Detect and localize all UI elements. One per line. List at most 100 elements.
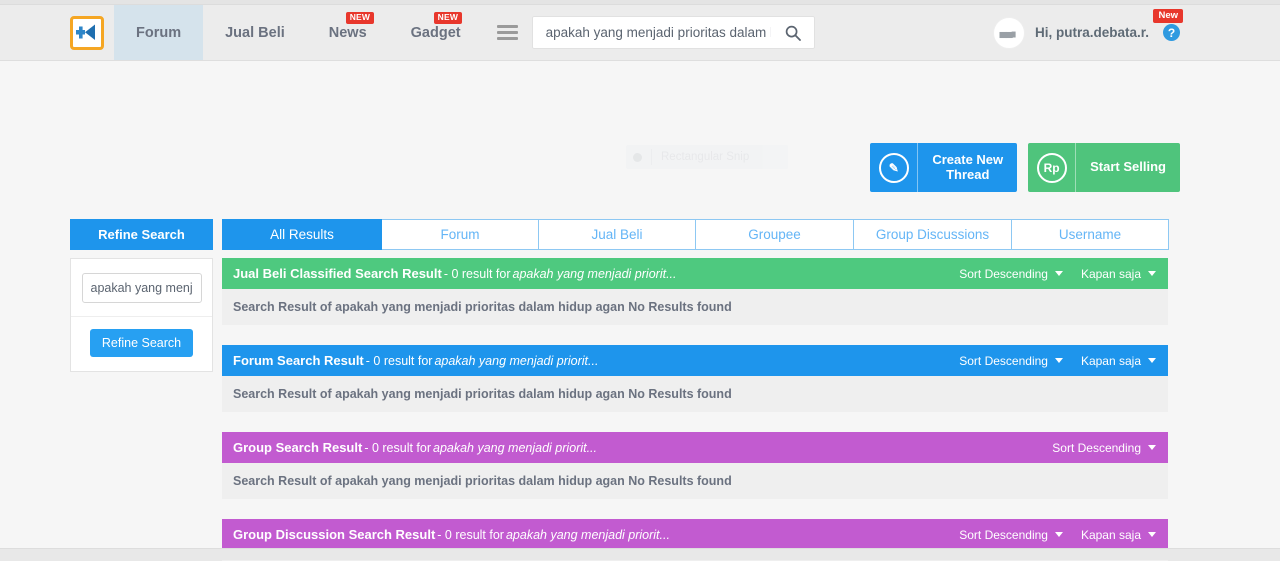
- nav-label: News: [328, 24, 367, 41]
- result-query: apakah yang menjadi priorit...: [433, 440, 597, 455]
- sort-dropdown[interactable]: Sort Descending: [959, 528, 1063, 542]
- nav-label: Gadget: [410, 24, 461, 41]
- result-title: Group Search Result: [233, 440, 363, 455]
- chevron-down-icon: [1148, 445, 1156, 450]
- refine-button-row: Refine Search: [71, 317, 212, 371]
- create-new-thread-button[interactable]: ✎ Create New Thread: [870, 143, 1018, 192]
- result-controls: Sort Descending Kapan saja: [959, 267, 1156, 281]
- refine-search-button[interactable]: Refine Search: [89, 329, 194, 357]
- hamburger-bar: [496, 37, 518, 40]
- footer-area: [0, 549, 1280, 560]
- sort-label: Sort Descending: [959, 353, 1048, 368]
- result-block-jual-beli: Jual Beli Classified Search Result - 0 r…: [222, 258, 1168, 325]
- result-body: Search Result of apakah yang menjadi pri…: [222, 376, 1168, 412]
- refine-input-row: [71, 259, 212, 317]
- tab-label: Forum: [440, 227, 480, 242]
- result-body: Search Result of apakah yang menjadi pri…: [222, 463, 1168, 499]
- page-body: Rectangular Snip ✎ Create New Thread Rp …: [0, 61, 1280, 561]
- result-count: - 0 result for: [437, 527, 504, 542]
- sort-dropdown[interactable]: Sort Descending: [959, 354, 1063, 368]
- kaskus-k-logo-icon[interactable]: [70, 15, 104, 50]
- result-bar: Group Discussion Search Result - 0 resul…: [222, 519, 1168, 550]
- question-mark-help-icon[interactable]: ?: [1163, 24, 1180, 41]
- tab-jual-beli[interactable]: Jual Beli: [539, 219, 696, 250]
- rupiah-icon: Rp: [1028, 143, 1077, 192]
- nav-label: Forum: [136, 24, 182, 41]
- nav-item-forum[interactable]: Forum: [114, 5, 204, 60]
- tab-username[interactable]: Username: [1012, 219, 1169, 250]
- tab-forum[interactable]: Forum: [382, 219, 539, 250]
- time-label: Kapan saja: [1080, 527, 1141, 542]
- result-bar: Group Search Result - 0 result for apaka…: [222, 432, 1168, 463]
- new-badge: NEW: [433, 12, 463, 25]
- pencil-icon: ✎: [870, 143, 919, 192]
- refine-search-input[interactable]: [81, 273, 202, 303]
- header-user-area: ▄▄▖ New Hi, putra.debata.r. ?: [992, 5, 1280, 60]
- search-input[interactable]: [531, 25, 781, 40]
- time-filter-dropdown[interactable]: Kapan saja: [1081, 354, 1156, 368]
- logo-container[interactable]: [70, 5, 104, 60]
- result-count: - 0 result for: [365, 353, 433, 368]
- refine-search-panel: Refine Search: [70, 258, 213, 372]
- nav-item-jual-beli[interactable]: Jual Beli: [203, 5, 307, 60]
- create-new-thread-label: Create New Thread: [932, 151, 1004, 182]
- rectangular-snip-overlay: Rectangular Snip: [626, 145, 788, 169]
- result-controls: Sort Descending Kapan saja: [959, 354, 1156, 368]
- hamburger-bar: [496, 31, 518, 34]
- hamburger-menu-icon[interactable]: [483, 5, 532, 60]
- new-badge: New: [1153, 9, 1183, 23]
- new-badge: NEW: [345, 12, 375, 25]
- result-query: apakah yang menjadi priorit...: [512, 266, 677, 281]
- tab-label: Groupee: [748, 227, 801, 242]
- time-label: Kapan saja: [1080, 266, 1141, 281]
- refine-search-header-label: Refine Search: [98, 227, 185, 242]
- nav-item-news[interactable]: NEW News: [307, 5, 389, 60]
- tab-all-results[interactable]: All Results: [222, 219, 382, 250]
- rupiah-glyph: Rp: [1036, 152, 1067, 183]
- result-query: apakah yang menjadi priorit...: [505, 527, 670, 542]
- record-dot-icon: [633, 152, 642, 162]
- header-left-spacer: [0, 5, 70, 60]
- chevron-down-icon: [1148, 532, 1156, 537]
- chevron-down-icon: [1054, 358, 1063, 363]
- hamburger-bar: [496, 25, 518, 28]
- help-glyph: ?: [1167, 25, 1176, 40]
- tab-label: Group Discussions: [875, 227, 990, 242]
- action-buttons: ✎ Create New Thread Rp Start Selling: [870, 143, 1180, 192]
- site-header: Forum Jual Beli NEW News NEW Gadget ▄▄▖: [0, 5, 1280, 61]
- avatar[interactable]: ▄▄▖: [992, 16, 1025, 49]
- result-title: Jual Beli Classified Search Result: [233, 266, 442, 281]
- result-controls: Sort Descending: [1052, 441, 1156, 455]
- sort-label: Sort Descending: [959, 527, 1048, 542]
- time-filter-dropdown[interactable]: Kapan saja: [1081, 528, 1156, 542]
- time-label: Kapan saja: [1080, 353, 1141, 368]
- time-filter-dropdown[interactable]: Kapan saja: [1081, 267, 1156, 281]
- result-count: - 0 result for: [443, 266, 511, 281]
- header-search-box[interactable]: [531, 16, 815, 49]
- tab-groupee[interactable]: Groupee: [696, 219, 854, 250]
- sort-dropdown[interactable]: Sort Descending: [1052, 441, 1156, 455]
- tab-group-discussions[interactable]: Group Discussions: [854, 219, 1012, 250]
- avatar-mark: ▄▄▖: [999, 27, 1020, 38]
- search-results-list: Jual Beli Classified Search Result - 0 r…: [222, 258, 1168, 561]
- chevron-down-icon: [1054, 271, 1063, 276]
- refine-search-header[interactable]: Refine Search: [70, 219, 213, 250]
- main-navigation: Forum Jual Beli NEW News NEW Gadget: [114, 5, 483, 60]
- sort-dropdown[interactable]: Sort Descending: [959, 267, 1063, 281]
- nav-item-gadget[interactable]: NEW Gadget: [389, 5, 483, 60]
- search-icon[interactable]: [781, 25, 815, 41]
- sort-label: Sort Descending: [959, 266, 1048, 281]
- snip-label: Rectangular Snip: [661, 151, 750, 163]
- search-result-tabs: All Results Forum Jual Beli Groupee Grou…: [222, 219, 1169, 250]
- nav-label: Jual Beli: [225, 24, 285, 41]
- tab-label: Username: [1058, 227, 1122, 242]
- divider: [651, 149, 652, 165]
- chevron-down-icon: [1054, 532, 1063, 537]
- result-bar: Jual Beli Classified Search Result - 0 r…: [222, 258, 1168, 289]
- user-greeting-wrap[interactable]: New Hi, putra.debata.r.: [1035, 9, 1183, 40]
- start-selling-button[interactable]: Rp Start Selling: [1028, 143, 1180, 192]
- chevron-down-icon: [1148, 358, 1156, 363]
- result-body: Search Result of apakah yang menjadi pri…: [222, 289, 1168, 325]
- result-controls: Sort Descending Kapan saja: [959, 528, 1156, 542]
- result-block-group: Group Search Result - 0 result for apaka…: [222, 432, 1168, 499]
